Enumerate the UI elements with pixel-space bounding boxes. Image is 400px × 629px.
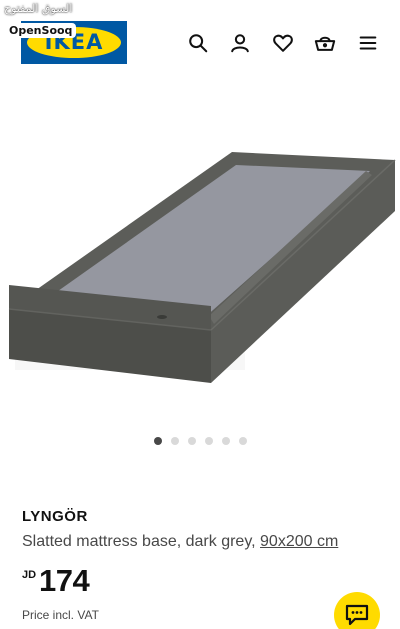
mattress-base-picture (8, 152, 396, 383)
basket-button[interactable] (310, 28, 340, 58)
menu-icon (359, 36, 377, 50)
product-description: Slatted mattress base, dark grey, 90x200… (22, 533, 338, 551)
carousel-dot-4[interactable] (204, 437, 213, 445)
top-header: IKEA السوق المفتوح OpenSooq (0, 0, 400, 80)
heart-icon (273, 34, 293, 52)
price-amount: 174 (39, 563, 90, 598)
carousel-dot-6[interactable] (238, 437, 247, 445)
chat-icon (345, 604, 369, 626)
price-currency: JD (22, 569, 37, 581)
carousel-dot-2[interactable] (170, 437, 179, 445)
account-button[interactable] (225, 28, 255, 58)
image-carousel-dots (0, 437, 400, 449)
size-link[interactable]: 90x200 cm (260, 533, 338, 550)
watermark-latin-text: OpenSooq (5, 23, 77, 38)
menu-button[interactable] (353, 28, 383, 58)
product-description-text: Slatted mattress base, dark grey, (22, 533, 261, 550)
product-name: LYNGÖR (22, 508, 88, 525)
carousel-dot-3[interactable] (187, 437, 196, 445)
watermark-arabic-text: السوق المفتوح (4, 2, 73, 15)
search-button[interactable] (183, 28, 213, 58)
search-icon (189, 34, 208, 53)
carousel-dot-5[interactable] (221, 437, 230, 445)
product-image[interactable] (0, 80, 400, 410)
price-vat-note: Price incl. VAT (22, 608, 99, 622)
chat-button[interactable] (334, 592, 380, 629)
opensooq-watermark: السوق المفتوح OpenSooq (2, 2, 82, 40)
basket-icon (314, 36, 336, 51)
user-icon (231, 34, 249, 53)
favourites-button[interactable] (268, 28, 298, 58)
carousel-dot-1[interactable] (153, 437, 162, 445)
